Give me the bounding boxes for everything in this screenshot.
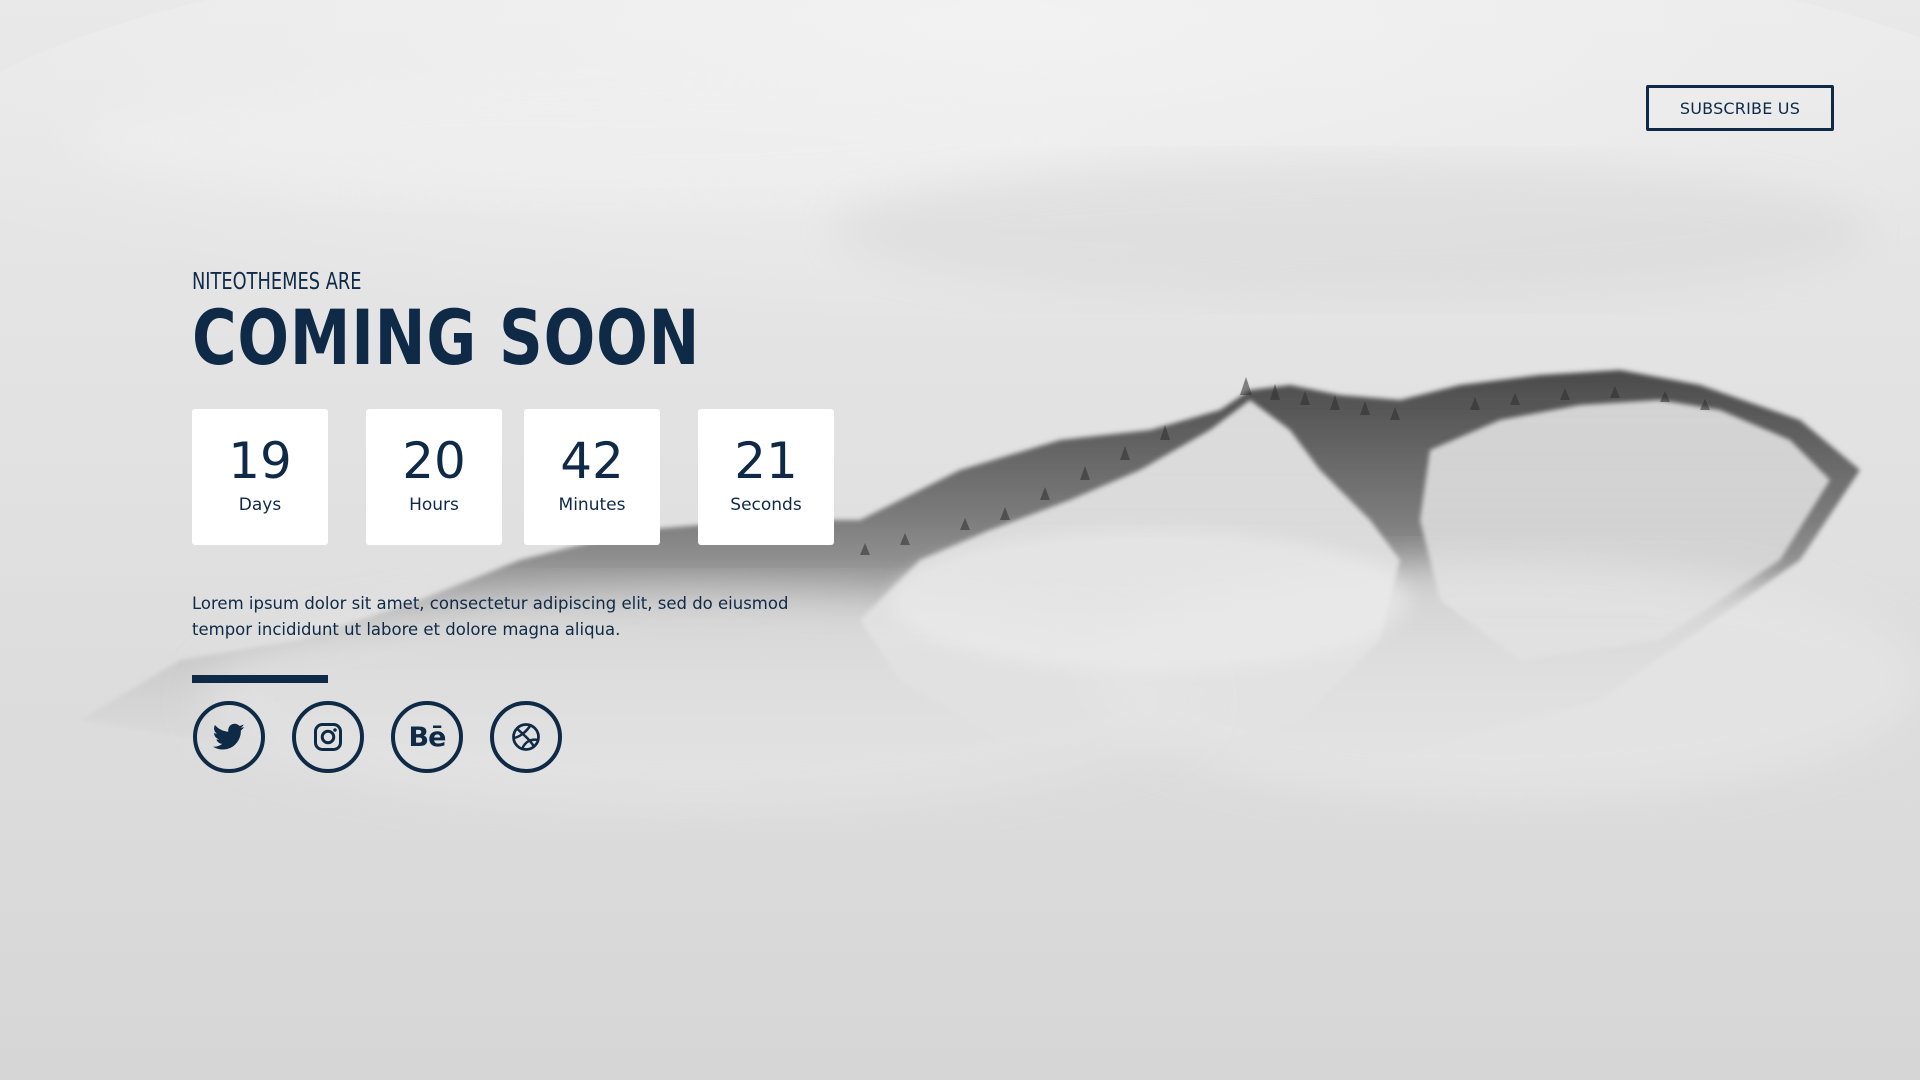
accent-divider xyxy=(192,675,328,683)
countdown-hours: 20 Hours xyxy=(366,409,502,545)
countdown-hours-label: Hours xyxy=(409,495,459,515)
hero-heading: NITEOTHEMES ARE COMING SOON xyxy=(192,266,827,378)
hero-title: COMING SOON xyxy=(192,293,701,382)
countdown-minutes: 42 Minutes xyxy=(524,409,660,545)
twitter-icon xyxy=(213,723,245,750)
behance-link[interactable]: Bē xyxy=(391,701,463,773)
countdown-seconds-label: Seconds xyxy=(730,495,802,515)
countdown-seconds-value: 21 xyxy=(734,432,798,490)
countdown-minutes-label: Minutes xyxy=(558,495,626,515)
behance-icon: Bē xyxy=(408,721,447,753)
countdown-days-value: 19 xyxy=(228,432,292,490)
countdown-days-label: Days xyxy=(238,495,282,515)
instagram-icon xyxy=(314,723,342,751)
instagram-link[interactable] xyxy=(292,701,364,773)
subscribe-button[interactable]: SUBSCRIBE US xyxy=(1646,85,1834,131)
countdown-hours-value: 20 xyxy=(402,432,466,490)
dribbble-icon xyxy=(512,723,540,751)
countdown-seconds: 21 Seconds xyxy=(698,409,834,545)
dribbble-link[interactable] xyxy=(490,701,562,773)
description-text: Lorem ipsum dolor sit amet, consectetur … xyxy=(192,594,789,639)
countdown-minutes-value: 42 xyxy=(560,432,624,490)
twitter-link[interactable] xyxy=(193,701,265,773)
countdown-days: 19 Days xyxy=(192,409,328,545)
